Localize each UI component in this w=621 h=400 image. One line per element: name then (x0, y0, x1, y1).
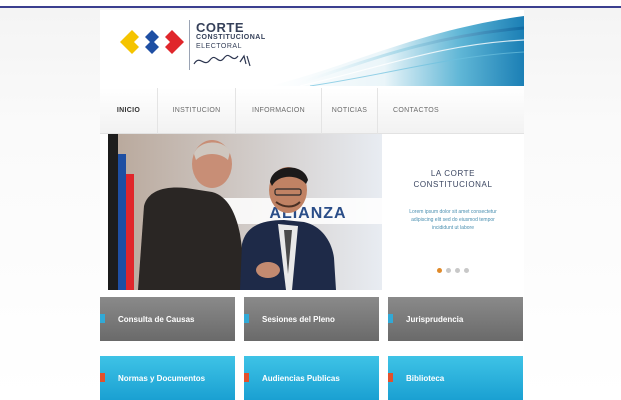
tile-marker-icon (100, 314, 105, 323)
tile-label: Audiencias Publicas (262, 373, 340, 383)
tile-biblioteca[interactable]: Biblioteca (388, 356, 523, 400)
pager-dot-4[interactable] (464, 268, 469, 273)
site-header: CORTE CONSTITUCIONAL ELECTORAL (100, 10, 524, 86)
logo-title: CORTE (196, 20, 244, 35)
promo-pager (390, 268, 516, 273)
logo-subtitle: CONSTITUCIONAL (196, 34, 266, 41)
tile-marker-icon (100, 373, 105, 382)
logo-icon (120, 30, 184, 54)
tile-marker-icon (244, 373, 249, 382)
tile-marker-icon (388, 314, 393, 323)
promo-title-line1: LA CORTE (430, 169, 476, 178)
tile-normas-documentos[interactable]: Normas y Documentos (100, 356, 235, 400)
nav-item-institucion[interactable]: Institucion (158, 87, 236, 134)
promo-title: LA CORTE CONSTITUCIONAL (390, 168, 516, 190)
hero-photo[interactable]: ALIANZA (108, 134, 382, 290)
logo-wordmark: CORTE CONSTITUCIONAL ELECTORAL (196, 20, 266, 51)
pager-dot-3[interactable] (455, 268, 460, 273)
pager-dot-1[interactable] (437, 268, 442, 273)
hero-image: ALIANZA (108, 134, 382, 290)
promo-panel: LA CORTE CONSTITUCIONAL Lorem ipsum dolo… (390, 134, 516, 290)
tile-audiencias-publicas[interactable]: Audiencias Publicas (244, 356, 379, 400)
promo-title-line2: CONSTITUCIONAL (413, 180, 493, 189)
nav-item-contactos[interactable]: Contactos (378, 88, 454, 134)
tile-sesiones-pleno[interactable]: Sesiones del Pleno (244, 297, 379, 341)
page-container: CORTE CONSTITUCIONAL ELECTORAL Inicio In… (100, 10, 524, 400)
tile-label: Biblioteca (406, 373, 445, 383)
tile-label: Normas y Documentos (118, 373, 206, 383)
tile-label: Consulta de Causas (118, 314, 195, 324)
tile-jurisprudencia[interactable]: Jurisprudencia (388, 297, 523, 341)
tile-label: Sesiones del Pleno (262, 314, 335, 324)
main-nav: Inicio Institucion Informacion Noticias … (100, 87, 524, 134)
tile-consulta-causas[interactable]: Consulta de Causas (100, 297, 235, 341)
promo-body-text: Lorem ipsum dolor sit amet consectetur a… (409, 209, 497, 231)
logo-divider (189, 20, 190, 70)
tile-marker-icon (244, 314, 249, 323)
nav-item-informacion[interactable]: Informacion (236, 87, 322, 134)
tile-label: Jurisprudencia (406, 314, 464, 324)
nav-item-inicio[interactable]: Inicio (100, 87, 158, 134)
signature-graphic (193, 54, 251, 67)
pager-dot-2[interactable] (446, 268, 451, 273)
tile-marker-icon (388, 373, 393, 382)
nav-item-noticias[interactable]: Noticias (322, 87, 378, 134)
